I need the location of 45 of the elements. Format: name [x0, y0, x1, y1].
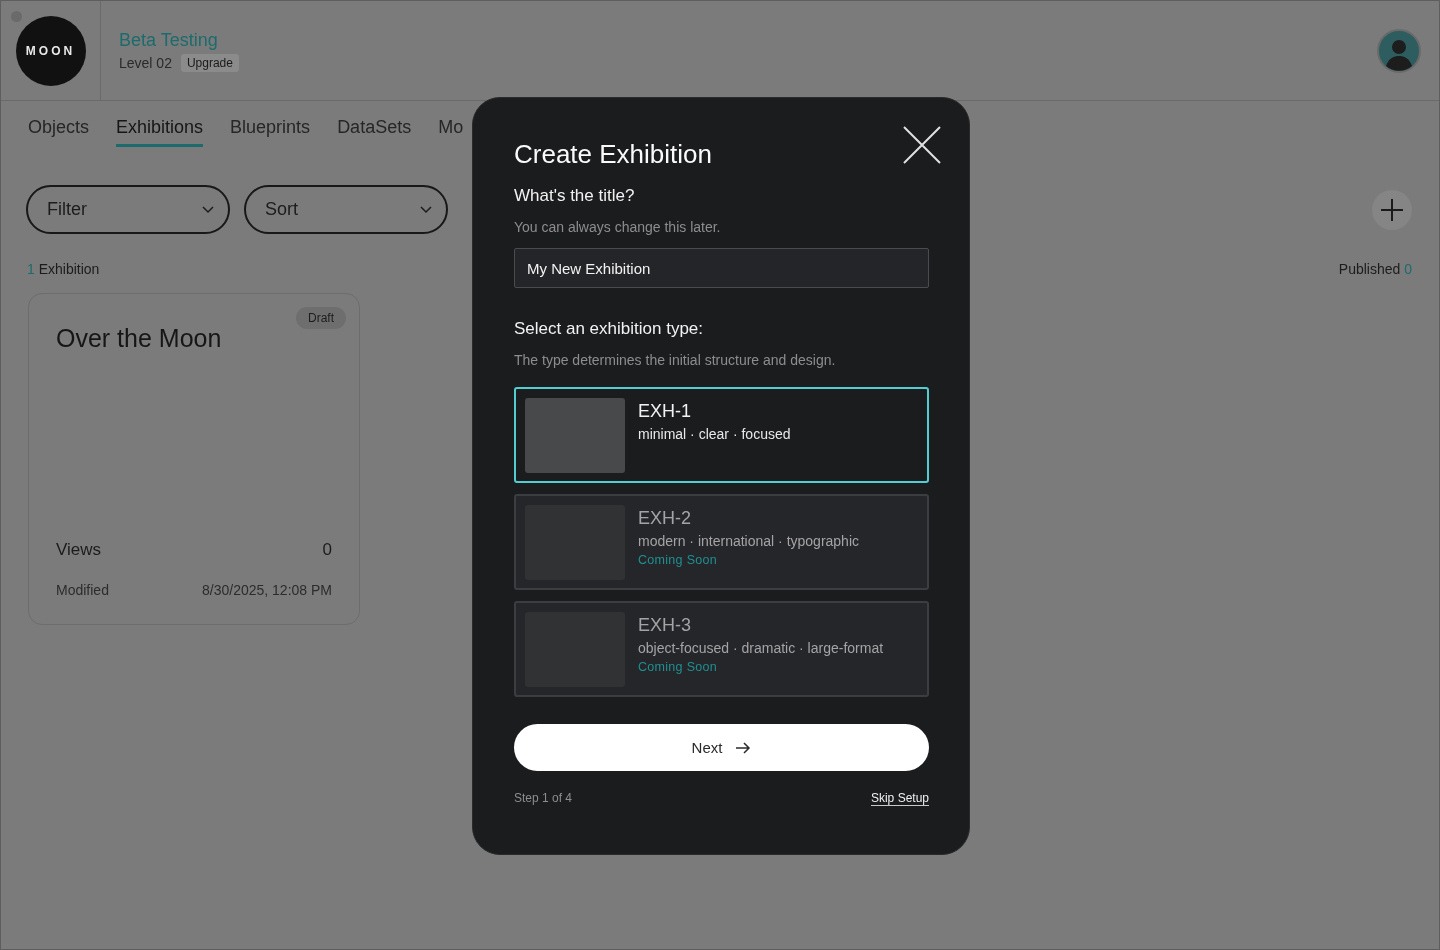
- nav-tab[interactable]: Mo: [438, 117, 464, 147]
- type-name: EXH-3: [638, 615, 692, 636]
- field-question: Select an exhibition type:: [514, 319, 704, 339]
- coming-soon-label: Coming Soon: [638, 553, 719, 567]
- dropdown-button[interactable]: Sort: [244, 185, 448, 234]
- views-value: 0: [322, 540, 332, 560]
- upgrade-badge[interactable]: Upgrade: [180, 53, 239, 72]
- close-button[interactable]: [903, 126, 941, 164]
- dropdown-button[interactable]: Filter: [26, 185, 230, 234]
- arrow-right-icon: [736, 741, 752, 754]
- field-hint: The type determines the initial structure and design.: [514, 352, 837, 368]
- next-button[interactable]: Next: [514, 724, 929, 771]
- title-input-field[interactable]: My New Exhibition: [514, 248, 929, 288]
- status-badge: Draft: [296, 307, 346, 329]
- exhibition-count: 1 Exhibition: [27, 261, 100, 277]
- step-indicator: Step 1 of 4: [514, 791, 573, 806]
- close-icon: [903, 126, 941, 164]
- exhibition-card[interactable]: Over the Moon Draft Views 0 Modified 8/30/2025, 12:08 PM: [28, 293, 360, 625]
- add-button[interactable]: [1372, 189, 1412, 230]
- nav-tab[interactable]: Objects: [28, 117, 90, 147]
- nav-tab[interactable]: Exhibitions: [116, 117, 204, 147]
- type-option[interactable]: EXH-1 minimal · clear · focused: [514, 387, 929, 483]
- chevron-down-icon: [420, 205, 432, 214]
- avatar-icon[interactable]: [1377, 28, 1421, 73]
- nav-tab[interactable]: Blueprints: [230, 117, 311, 147]
- card-title: Over the Moon: [56, 324, 222, 353]
- published-count: Published 0: [1338, 261, 1412, 277]
- level-label: Level 02: [119, 54, 172, 71]
- type-tags: minimal · clear · focused: [638, 426, 791, 442]
- type-name: EXH-2: [638, 508, 692, 529]
- chevron-down-icon: [202, 205, 214, 214]
- field-hint: You can always change this later.: [514, 219, 722, 235]
- views-label: Views: [56, 540, 102, 560]
- logo: MOON: [15, 15, 86, 86]
- type-tags: object-focused · dramatic · large-format: [638, 640, 884, 656]
- type-name: EXH-1: [638, 401, 692, 422]
- coming-soon-label: Coming Soon: [638, 660, 719, 674]
- nav-tab[interactable]: DataSets: [337, 117, 412, 147]
- plus-icon: [1381, 198, 1403, 221]
- type-tags: modern · international · typographic: [638, 533, 859, 549]
- field-question: What's the title?: [514, 186, 636, 206]
- modified-value: 8/30/2025, 12:08 PM: [202, 582, 332, 598]
- dialog-title: Create Exhibition: [514, 139, 712, 170]
- skip-setup-link[interactable]: Skip Setup: [870, 791, 929, 806]
- modified-label: Modified: [56, 582, 109, 598]
